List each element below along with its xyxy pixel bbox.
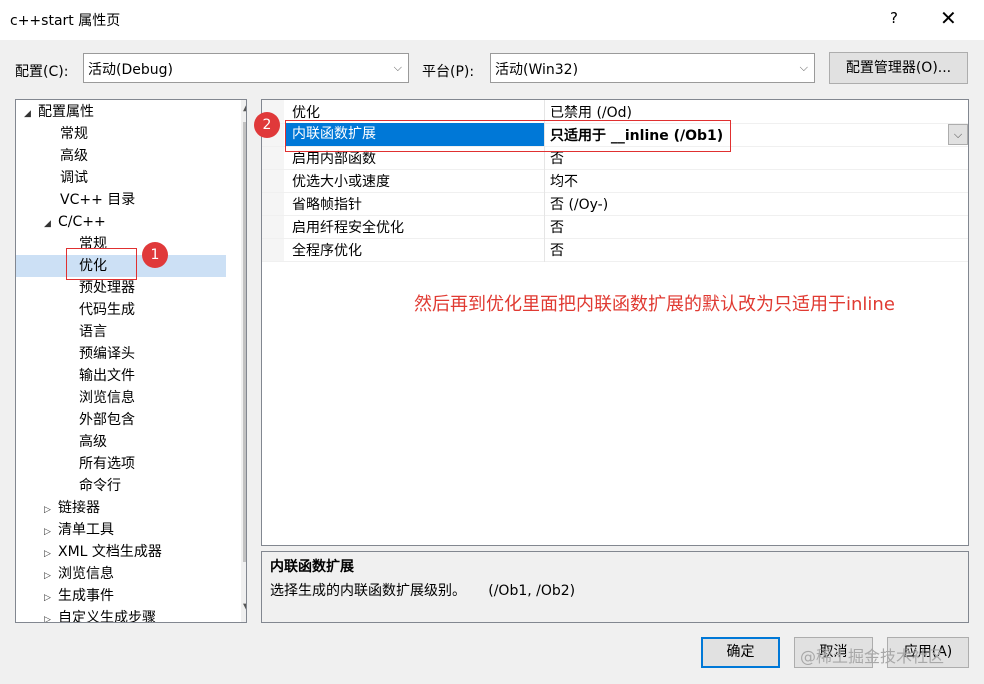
grid-row[interactable]: 优选大小或速度 均不 — [262, 169, 968, 193]
tree-item-collapsed[interactable]: ▷ 浏览信息 — [44, 563, 114, 585]
property-value: 均不 — [550, 174, 578, 190]
platform-label: 平台(P): — [422, 64, 475, 80]
tree-item-cpp[interactable]: ◢ C/C++ — [44, 211, 106, 233]
tree-scroll-thumb[interactable] — [243, 122, 246, 562]
chevron-down-icon[interactable]: ⌵ — [948, 124, 968, 145]
tree-item[interactable]: 语言 — [79, 321, 107, 343]
grid-row[interactable]: 启用纤程安全优化 否 — [262, 215, 968, 239]
tree-item[interactable]: 代码生成 — [79, 299, 135, 321]
close-button[interactable]: ✕ — [940, 6, 957, 30]
tree-item[interactable]: 高级 — [60, 145, 88, 167]
description-text: 选择生成的内联函数扩展级别。 (/Ob1, /Ob2) — [270, 583, 576, 599]
collapsed-icon: ▷ — [44, 505, 51, 515]
tree-item-collapsed[interactable]: ▷ XML 文档生成器 — [44, 541, 162, 563]
tree-item[interactable]: VC++ 目录 — [60, 189, 135, 211]
tree-item[interactable]: 外部包含 — [79, 409, 135, 431]
config-manager-button[interactable]: 配置管理器(O)... — [829, 52, 968, 84]
collapsed-icon: ▷ — [44, 549, 51, 559]
platform-value: 活动(Win32) — [495, 62, 579, 78]
property-name: 省略帧指针 — [292, 197, 362, 213]
annotation-note: 然后再到优化里面把内联函数扩展的默认改为只适用于inline — [414, 294, 895, 315]
watermark: @稀土掘金技术社区 — [800, 647, 945, 666]
title-bar — [0, 0, 984, 40]
tree-item-root[interactable]: ◢ 配置属性 — [24, 101, 94, 123]
window-title: c++start 属性页 — [10, 13, 121, 29]
config-dropdown[interactable]: 活动(Debug) ⌵ — [83, 53, 409, 83]
config-label: 配置(C): — [15, 64, 69, 80]
annotation-badge-1: 1 — [142, 242, 168, 268]
ok-button[interactable]: 确定 — [701, 637, 780, 668]
property-value: 已禁用 (/Od) — [550, 105, 632, 121]
tree-item-collapsed[interactable]: ▷ 生成事件 — [44, 585, 114, 607]
expanded-icon: ◢ — [44, 219, 51, 229]
annotation-badge-2: 2 — [254, 112, 280, 138]
property-tree[interactable]: ◢ 配置属性 常规 高级 调试 VC++ 目录 ◢ C/C++ 常规 优化 预处理器… — [15, 99, 247, 623]
tree-item-collapsed[interactable]: ▷ 自定义生成步骤 — [44, 607, 156, 623]
property-name: 启用纤程安全优化 — [292, 220, 404, 236]
annotation-box-1 — [66, 248, 137, 280]
expanded-icon: ◢ — [24, 109, 31, 119]
tree-item[interactable]: 高级 — [79, 431, 107, 453]
description-panel: 内联函数扩展 选择生成的内联函数扩展级别。 (/Ob1, /Ob2) — [261, 551, 969, 623]
help-button[interactable]: ? — [890, 9, 898, 27]
chevron-down-icon: ⌵ — [393, 61, 402, 74]
tree-item[interactable]: 浏览信息 — [79, 387, 135, 409]
property-grid[interactable]: 优化 已禁用 (/Od) 内联函数扩展 只适用于 __inline (/Ob1)… — [261, 99, 969, 546]
property-name: 优化 — [292, 105, 320, 121]
tree-item[interactable]: 命令行 — [79, 475, 121, 497]
tree-item[interactable]: 所有选项 — [79, 453, 135, 475]
chevron-down-icon: ⌵ — [799, 61, 808, 74]
scroll-up-icon[interactable]: ▲ — [243, 102, 246, 113]
scroll-down-icon[interactable]: ▼ — [243, 602, 246, 613]
collapsed-icon: ▷ — [44, 571, 51, 581]
collapsed-icon: ▷ — [44, 615, 51, 623]
tree-item[interactable]: 预编译头 — [79, 343, 135, 365]
tree-item-collapsed[interactable]: ▷ 清单工具 — [44, 519, 114, 541]
config-value: 活动(Debug) — [88, 62, 173, 78]
tree-item[interactable]: 预处理器 — [79, 277, 135, 299]
tree-item-collapsed[interactable]: ▷ 链接器 — [44, 497, 100, 519]
tree-item[interactable]: 输出文件 — [79, 365, 135, 387]
annotation-box-2 — [285, 120, 731, 152]
platform-dropdown[interactable]: 活动(Win32) ⌵ — [490, 53, 815, 83]
property-value: 否 (/Oy-) — [550, 197, 609, 213]
property-value: 否 — [550, 243, 564, 259]
grid-row[interactable]: 全程序优化 否 — [262, 238, 968, 262]
collapsed-icon: ▷ — [44, 527, 51, 537]
property-name: 优选大小或速度 — [292, 174, 390, 190]
collapsed-icon: ▷ — [44, 593, 51, 603]
grid-row[interactable]: 省略帧指针 否 (/Oy-) — [262, 192, 968, 216]
property-name: 全程序优化 — [292, 243, 362, 259]
property-value: 否 — [550, 220, 564, 236]
tree-item[interactable]: 常规 — [60, 123, 88, 145]
description-title: 内联函数扩展 — [270, 559, 354, 575]
tree-item[interactable]: 调试 — [60, 167, 88, 189]
